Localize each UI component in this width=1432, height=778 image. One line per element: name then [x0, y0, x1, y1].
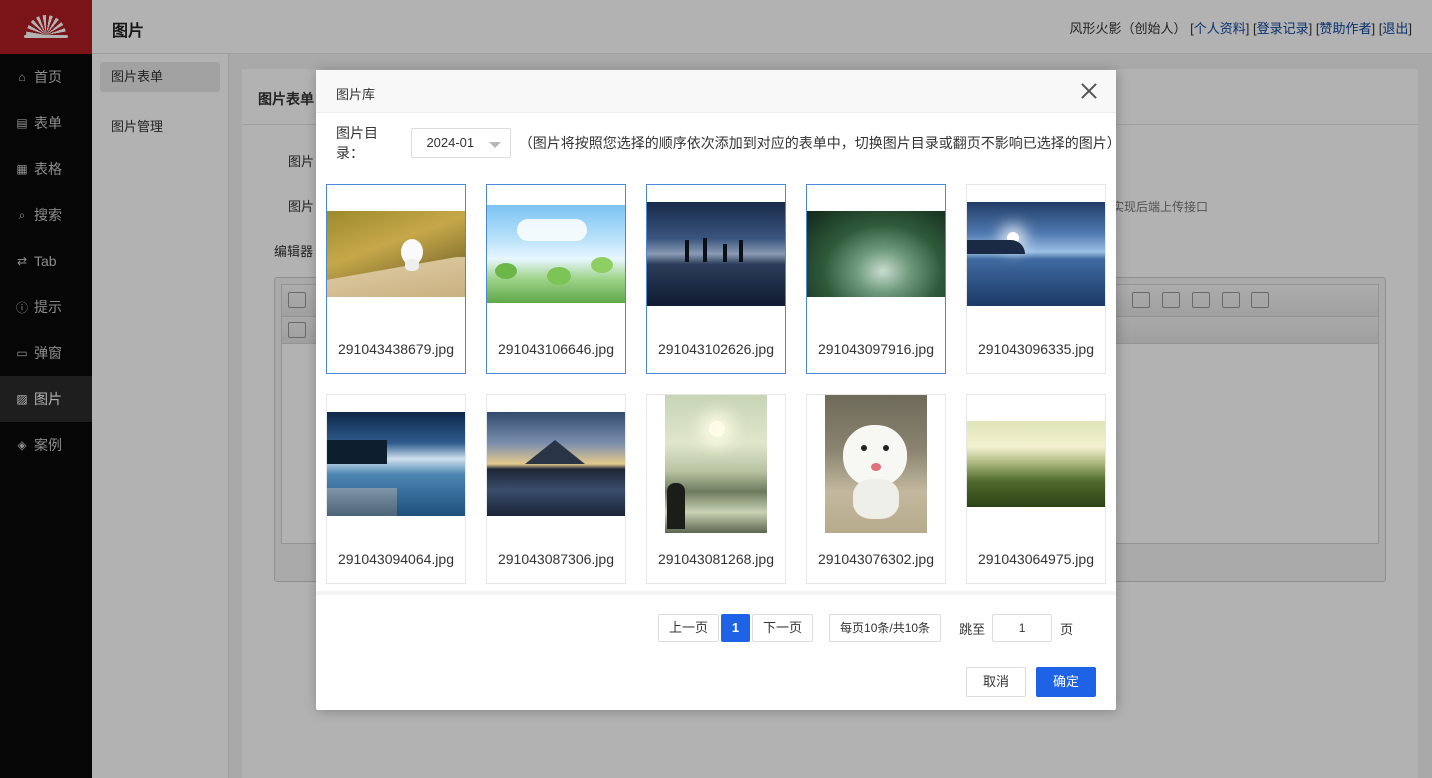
- image-filename: 291043097916.jpg: [817, 341, 934, 357]
- image-card[interactable]: 291043096335.jpg: [966, 184, 1106, 374]
- dialog-header: 图片库: [316, 70, 1116, 113]
- image-filename: 291043106646.jpg: [497, 341, 614, 357]
- thumbnail: [487, 185, 625, 323]
- image-card[interactable]: 291043076302.jpg: [806, 394, 946, 584]
- image-filename: 291043087306.jpg: [497, 551, 614, 567]
- thumbnail: [647, 185, 785, 323]
- thumbnail: [487, 395, 625, 533]
- cancel-button[interactable]: 取消: [966, 667, 1026, 697]
- thumbnail: [327, 395, 465, 533]
- thumbnail: [327, 185, 465, 323]
- jump-page-input[interactable]: 1: [992, 614, 1053, 642]
- pagination: 上一页 1 下一页 每页10条/共10条 跳至 1 页: [658, 614, 1073, 642]
- page-number-current[interactable]: 1: [721, 614, 751, 642]
- directory-value: 2024-01: [426, 135, 475, 150]
- image-filename: 291043102626.jpg: [657, 341, 774, 357]
- dialog-title: 图片库: [336, 87, 376, 102]
- image-filename: 291043096335.jpg: [977, 341, 1094, 357]
- thumbnail: [967, 185, 1105, 323]
- image-card[interactable]: 291043097916.jpg: [806, 184, 946, 374]
- directory-filter: 图片目录： 2024-01 （图片将按照您选择的顺序依次添加到对应的表单中，切换…: [336, 125, 1121, 161]
- image-card[interactable]: 291043081268.jpg: [646, 394, 786, 584]
- thumbnail: [807, 185, 945, 323]
- directory-select[interactable]: 2024-01: [411, 128, 511, 158]
- page-size-info[interactable]: 每页10条/共10条: [829, 614, 942, 642]
- image-card[interactable]: 291043106646.jpg: [486, 184, 626, 374]
- directory-label: 图片目录：: [336, 125, 378, 161]
- image-card[interactable]: 291043094064.jpg: [326, 394, 466, 584]
- image-filename: 291043076302.jpg: [817, 551, 934, 567]
- thumbnail: [967, 395, 1105, 533]
- image-filename: 291043081268.jpg: [657, 551, 774, 567]
- image-card[interactable]: 291043102626.jpg: [646, 184, 786, 374]
- page-unit-label: 页: [1060, 621, 1074, 637]
- image-filename: 291043064975.jpg: [977, 551, 1094, 567]
- chevron-down-icon: [488, 142, 501, 148]
- image-card[interactable]: 291043087306.jpg: [486, 394, 626, 584]
- image-filename: 291043438679.jpg: [337, 341, 454, 357]
- thumbnail: [647, 395, 785, 533]
- confirm-button[interactable]: 确定: [1036, 667, 1096, 697]
- image-filename: 291043094064.jpg: [337, 551, 454, 567]
- jump-label: 跳至: [959, 621, 986, 637]
- thumbnail: [807, 395, 945, 533]
- prev-page-button[interactable]: 上一页: [658, 614, 720, 642]
- image-card[interactable]: 291043064975.jpg: [966, 394, 1106, 584]
- divider: [316, 591, 1116, 595]
- selection-note: （图片将按照您选择的顺序依次添加到对应的表单中，切换图片目录或翻页不影响已选择的…: [518, 135, 1121, 151]
- image-library-dialog: 图片库 图片目录： 2024-01 （图片将按照您选择的顺序依次添加到对应的表单…: [316, 70, 1121, 710]
- close-icon[interactable]: [1078, 80, 1100, 102]
- image-card[interactable]: 291043438679.jpg: [326, 184, 466, 374]
- next-page-button[interactable]: 下一页: [752, 614, 814, 642]
